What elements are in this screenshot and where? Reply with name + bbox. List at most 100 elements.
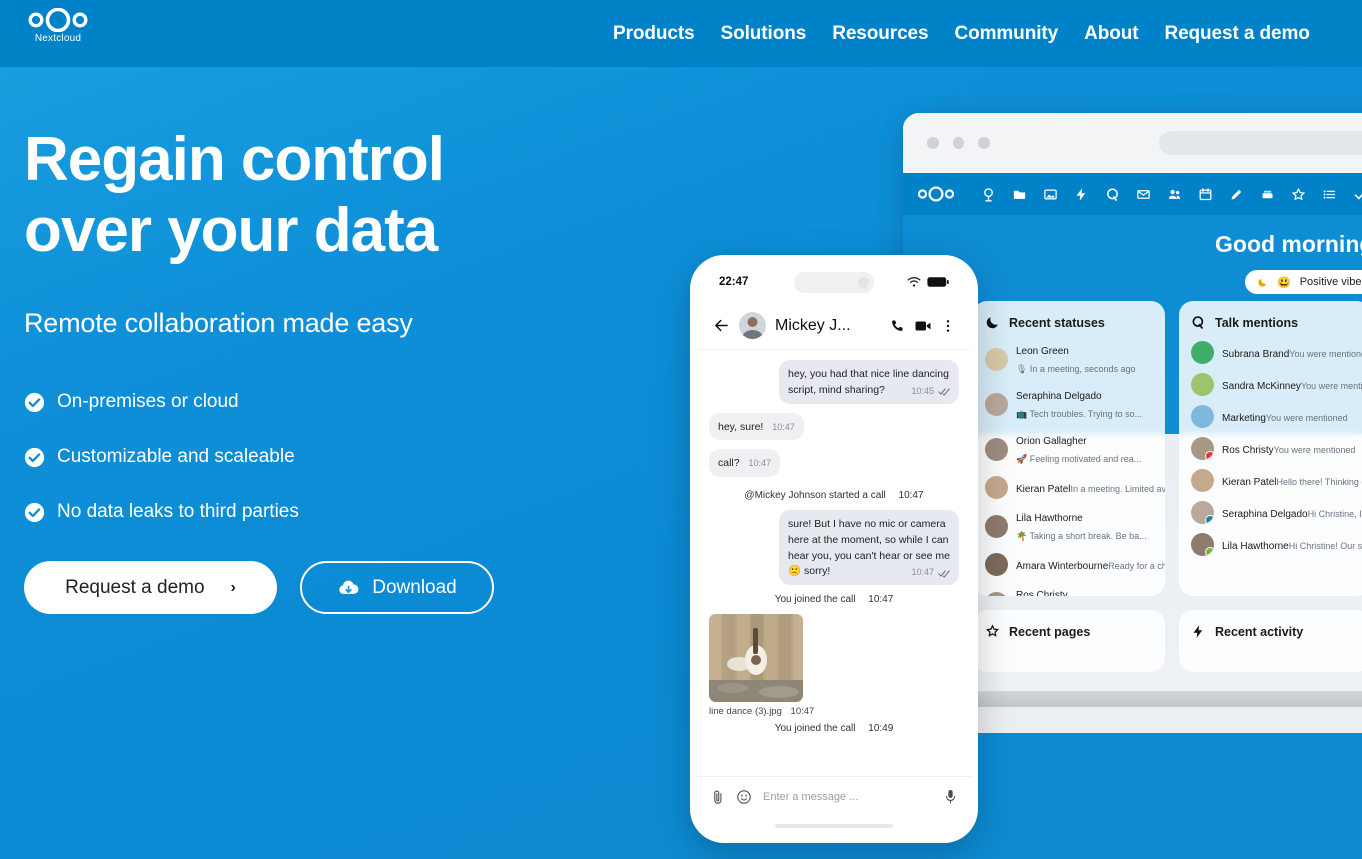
list-item[interactable]: Ros ChristyYou were mentioned (1191, 437, 1359, 460)
avatar (1191, 533, 1214, 556)
avatar (1191, 437, 1214, 460)
list-item[interactable]: MarketingYou were mentioned (1191, 405, 1359, 428)
nextcloud-logo[interactable]: Nextcloud (22, 8, 94, 44)
nav-item-about[interactable]: About (1071, 23, 1151, 45)
nav-links: Products Solutions Resources Community A… (600, 0, 1323, 67)
status-name: Seraphina Delgado (1016, 391, 1102, 402)
back-arrow-icon[interactable] (713, 317, 730, 334)
status-name: Amara Winterbourne (1016, 560, 1109, 572)
widget-header: Recent pages (985, 624, 1153, 639)
collectives-icon[interactable] (1283, 179, 1314, 210)
list-item[interactable]: Leon Green 🎙 In a meeting, seconds ago (985, 341, 1153, 377)
avatar (985, 392, 1008, 416)
phone-status-bar: 22:47 (697, 262, 971, 302)
nav-item-community[interactable]: Community (941, 23, 1071, 45)
status-bar-time: 22:47 (719, 276, 749, 288)
dashboard-icon[interactable] (973, 179, 1004, 210)
more-vertical-icon[interactable] (941, 318, 955, 334)
list-item[interactable]: Lila Hawthorne 🌴 Taking a short break. Be… (985, 508, 1153, 544)
mail-icon[interactable] (1128, 179, 1159, 210)
list-item[interactable]: Kieran PatelIn a meeting. Limited availa… (985, 476, 1165, 499)
mention-text: Hi Christine! Our scheduled m... (1288, 540, 1362, 551)
nav-item-resources[interactable]: Resources (819, 23, 941, 45)
status-text: 🎙 In a meeting, seconds ago (1016, 364, 1136, 374)
read-receipt-icon (938, 388, 950, 396)
message-meta: 10:47 (911, 566, 950, 580)
page-title: Regain control over your data (24, 125, 445, 265)
url-bar[interactable] (1158, 131, 1362, 155)
avatar (1191, 501, 1214, 524)
calendar-icon[interactable] (1190, 179, 1221, 210)
list-item[interactable]: Lila HawthorneHi Christine! Our schedule… (1191, 533, 1362, 556)
video-camera-icon[interactable] (914, 318, 932, 334)
download-button[interactable]: Download (300, 561, 494, 615)
list-item[interactable]: Seraphina Delgado 📺 Tech troubles. Trying… (985, 386, 1153, 422)
tasks-check-icon[interactable] (1345, 179, 1362, 210)
nav-item-solutions[interactable]: Solutions (708, 23, 820, 45)
photos-icon[interactable] (1035, 179, 1066, 210)
phone-mockup: 22:47 Mickey J... hey, you had that nice… (690, 255, 978, 843)
download-label: Download (372, 576, 457, 598)
deck-icon[interactable] (1252, 179, 1283, 210)
user-status-pill[interactable]: 😃 Positive vibes only! (1245, 270, 1362, 294)
widget-title: Recent activity (1215, 624, 1304, 639)
microphone-icon[interactable] (944, 788, 957, 805)
nextcloud-logo-icon[interactable] (917, 186, 955, 202)
window-minimize-dot[interactable] (952, 137, 965, 149)
chat-attachment[interactable]: line dance (3).jpg 10:47 (709, 614, 959, 717)
phone-icon[interactable] (889, 318, 905, 334)
window-maximize-dot[interactable] (978, 137, 990, 149)
contacts-icon[interactable] (1159, 179, 1190, 210)
window-close-dot[interactable] (927, 137, 939, 149)
tasks-icon[interactable] (1314, 179, 1345, 210)
widget-header: Recent activity (1191, 624, 1359, 639)
check-circle-icon (24, 392, 45, 412)
paperclip-icon[interactable] (711, 789, 725, 805)
hero-feature-list: On-premises or cloud Customizable and sc… (24, 391, 624, 523)
system-time: 10:47 (898, 490, 924, 501)
check-circle-icon (24, 502, 45, 522)
message-time: 10:47 (748, 458, 772, 469)
list-item[interactable]: Orion Gallagher 🚀 Feeling motivated and r… (985, 431, 1153, 467)
status-text: Positive vibes only! (1299, 276, 1362, 288)
attachment-caption: line dance (3).jpg 10:47 (709, 706, 959, 717)
mention-text: You were mentioned (1273, 444, 1356, 455)
list-item[interactable]: Subrana BrandYou were mentioned (1191, 341, 1362, 364)
talk-icon (1192, 316, 1204, 329)
list-item[interactable]: Amara WinterbourneReady for a chat! 🚀, 1… (985, 553, 1165, 576)
home-bar[interactable] (775, 824, 893, 828)
status-bar-indicators (907, 276, 949, 288)
mention-name: Seraphina Delgado (1222, 508, 1308, 520)
widget-talk-mentions: Talk mentions Subrana BrandYou were ment… (1179, 301, 1362, 596)
nav-item-products[interactable]: Products (600, 23, 708, 45)
widget-title: Recent pages (1009, 624, 1091, 639)
list-item[interactable]: Sandra McKinneyYou were mentioned (1191, 373, 1362, 396)
list-item[interactable]: Kieran PatelHello there! Thinking of doi… (1191, 469, 1362, 492)
widget-title: Recent statuses (1009, 315, 1105, 330)
activity-icon[interactable] (1066, 179, 1097, 210)
feature-item-customizable: Customizable and scaleable (24, 446, 624, 468)
files-icon[interactable] (1004, 179, 1035, 210)
avatar (985, 514, 1008, 538)
attachment-thumbnail[interactable] (709, 614, 803, 702)
mention-text: Hello there! Thinking of doing ... (1276, 476, 1362, 487)
notes-icon[interactable] (1221, 179, 1252, 210)
avatar[interactable] (739, 312, 766, 339)
list-item[interactable]: Seraphina DelgadoHi Christine, I've come… (1191, 501, 1362, 524)
battery-icon (927, 277, 949, 287)
message-input[interactable]: Enter a message ... (763, 791, 933, 803)
system-text: @Mickey Johnson started a call (744, 490, 886, 501)
list-item[interactable]: Ros Christy⛔ Temporarily unavailable. Pr… (985, 585, 1153, 596)
avatar (1191, 373, 1214, 396)
emoji-smiley-icon[interactable] (736, 789, 752, 805)
talk-icon[interactable] (1097, 179, 1128, 210)
request-demo-button[interactable]: Request a demo › (24, 561, 277, 615)
request-demo-label: Request a demo (65, 576, 205, 598)
feature-label: On-premises or cloud (57, 391, 239, 413)
message-time: 10:47 (911, 567, 934, 578)
wifi-icon (907, 277, 921, 287)
feature-label: No data leaks to third parties (57, 501, 299, 523)
status-name: Orion Gallagher (1016, 436, 1087, 447)
dashboard-widgets: Recent statuses Leon Green 🎙 In a meeting… (973, 301, 1362, 596)
nav-item-request-a-demo[interactable]: Request a demo (1151, 23, 1322, 45)
